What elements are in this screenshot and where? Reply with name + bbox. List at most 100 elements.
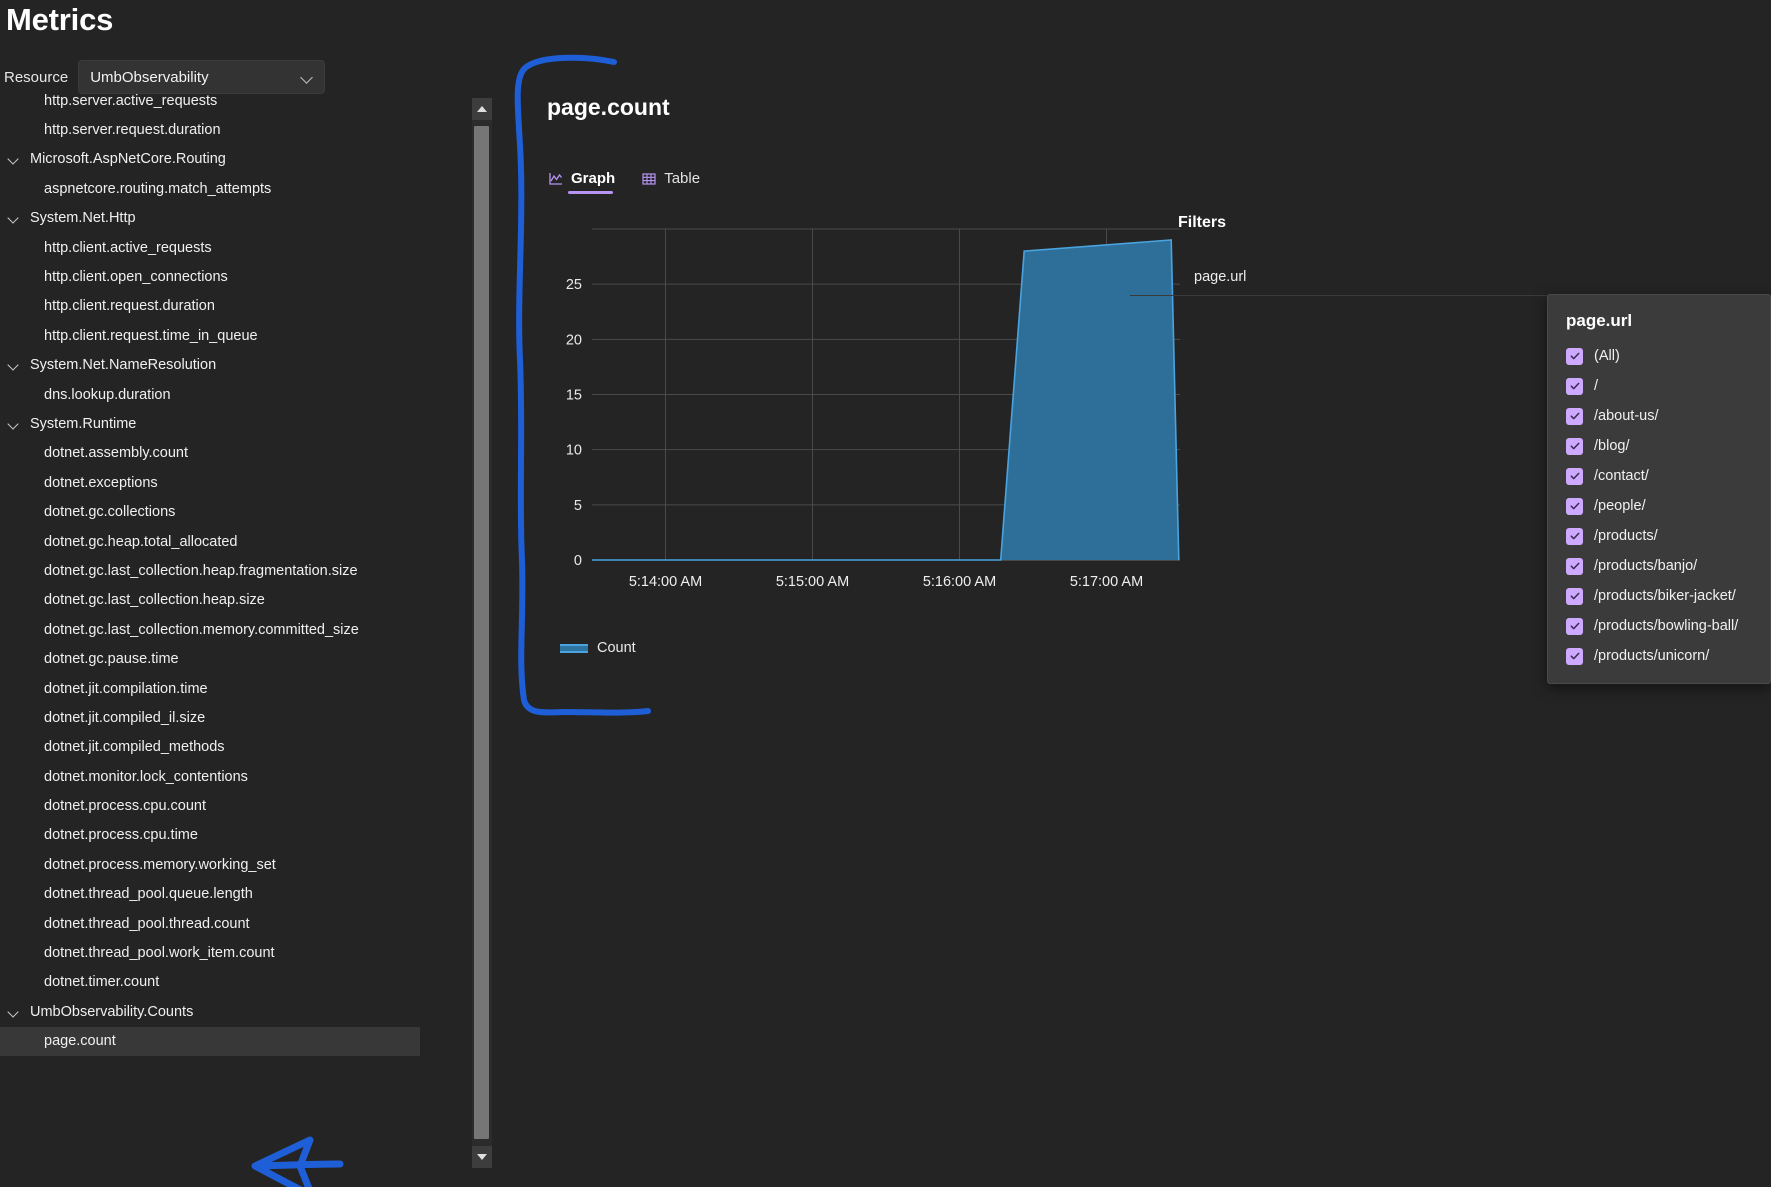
x-tick-label: 5:14:00 AM bbox=[629, 574, 702, 590]
checkbox-checked[interactable] bbox=[1566, 377, 1583, 395]
checkbox-checked[interactable] bbox=[1566, 407, 1583, 425]
dropdown-item-2[interactable]: /about-us/ bbox=[1548, 401, 1770, 431]
scroll-up-arrow-icon[interactable] bbox=[472, 98, 492, 120]
tree-item-30[interactable]: dotnet.timer.count bbox=[0, 968, 420, 997]
tree-item-17[interactable]: dotnet.gc.last_collection.heap.size bbox=[0, 586, 420, 615]
tree-item-26[interactable]: dotnet.process.memory.working_set bbox=[0, 850, 420, 879]
dropdown-list: (All) / /about-us/ /blog/ /contact/ /people/ /… bbox=[1548, 341, 1770, 671]
filter-row-page-url: page.url //about-us//blog//contact//peop… bbox=[1130, 258, 1771, 296]
tree-item-27[interactable]: dotnet.thread_pool.queue.length bbox=[0, 880, 420, 909]
chevron-down-icon[interactable] bbox=[6, 1004, 22, 1020]
tree-item-25[interactable]: dotnet.process.cpu.time bbox=[0, 821, 420, 850]
tree-item-label: http.server.request.duration bbox=[44, 122, 221, 139]
tree-item-28[interactable]: dotnet.thread_pool.thread.count bbox=[0, 909, 420, 938]
x-tick-label: 5:17:00 AM bbox=[1070, 574, 1143, 590]
chevron-down-icon[interactable] bbox=[6, 416, 22, 432]
x-tick-label: 5:15:00 AM bbox=[776, 574, 849, 590]
tree-item-7[interactable]: http.client.request.duration bbox=[0, 292, 420, 321]
tree-item-label: dotnet.jit.compiled_methods bbox=[44, 739, 225, 756]
graph-icon bbox=[548, 171, 564, 187]
resource-label: Resource bbox=[4, 68, 69, 86]
dropdown-item-1[interactable]: / bbox=[1548, 371, 1770, 401]
tree-item-18[interactable]: dotnet.gc.last_collection.memory.committ… bbox=[0, 615, 420, 644]
dropdown-item-label: /products/unicorn/ bbox=[1594, 648, 1710, 664]
tree-item-label: http.client.active_requests bbox=[44, 239, 212, 256]
checkbox-checked[interactable] bbox=[1566, 347, 1583, 365]
checkbox-checked[interactable] bbox=[1566, 557, 1583, 575]
tab-graph[interactable]: Graph bbox=[548, 170, 615, 194]
tree-item-0[interactable]: http.server.active_requests bbox=[0, 86, 420, 115]
tree-item-label: http.client.request.time_in_queue bbox=[44, 327, 258, 344]
dropdown-item-label: /people/ bbox=[1594, 498, 1646, 514]
chart-svg: 0 5 10 15 20 25 5:14:00 AM 5:15:00 AM 5:16:00 AM… bbox=[566, 228, 1180, 590]
tree-item-5[interactable]: http.client.active_requests bbox=[0, 233, 420, 262]
dropdown-item-label: /contact/ bbox=[1594, 468, 1649, 484]
page-url-filter-dropdown[interactable]: page.url (All) / /about-us/ /blog/ /contact/… bbox=[1547, 294, 1771, 684]
y-tick-label: 25 bbox=[566, 277, 582, 293]
chevron-down-icon[interactable] bbox=[6, 151, 22, 167]
tree-item-label: System.Net.NameResolution bbox=[30, 357, 217, 374]
scroll-down-arrow-icon[interactable] bbox=[472, 1146, 492, 1168]
tab-table-label: Table bbox=[664, 170, 701, 187]
tree-item-23[interactable]: dotnet.monitor.lock_contentions bbox=[0, 762, 420, 791]
dropdown-item-3[interactable]: /blog/ bbox=[1548, 431, 1770, 461]
tree-item-13[interactable]: dotnet.exceptions bbox=[0, 468, 420, 497]
tree-item-16[interactable]: dotnet.gc.last_collection.heap.fragmenta… bbox=[0, 556, 420, 585]
tree-item-21[interactable]: dotnet.jit.compiled_il.size bbox=[0, 703, 420, 732]
tree-item-15[interactable]: dotnet.gc.heap.total_allocated bbox=[0, 527, 420, 556]
tree-item-label: dotnet.gc.last_collection.memory.committ… bbox=[44, 621, 359, 638]
tree-item-19[interactable]: dotnet.gc.pause.time bbox=[0, 644, 420, 673]
dropdown-item-7[interactable]: /products/banjo/ bbox=[1548, 551, 1770, 581]
tree-item-29[interactable]: dotnet.thread_pool.work_item.count bbox=[0, 938, 420, 967]
tree-item-20[interactable]: dotnet.jit.compilation.time bbox=[0, 674, 420, 703]
tree-item-32[interactable]: page.count bbox=[0, 1026, 420, 1056]
tree-item-22[interactable]: dotnet.jit.compiled_methods bbox=[0, 733, 420, 762]
tree-item-label: dotnet.gc.heap.total_allocated bbox=[44, 533, 238, 550]
tree-group-31[interactable]: UmbObservability.Counts bbox=[0, 997, 420, 1026]
dropdown-item-5[interactable]: /people/ bbox=[1548, 491, 1770, 521]
dropdown-item-4[interactable]: /contact/ bbox=[1548, 461, 1770, 491]
tree-group-4[interactable]: System.Net.Http bbox=[0, 204, 420, 233]
chevron-down-icon[interactable] bbox=[6, 210, 22, 226]
y-tick-label: 0 bbox=[574, 553, 582, 569]
tree-item-6[interactable]: http.client.open_connections bbox=[0, 262, 420, 291]
tree-item-10[interactable]: dns.lookup.duration bbox=[0, 380, 420, 409]
tree-group-11[interactable]: System.Runtime bbox=[0, 409, 420, 438]
dropdown-item-9[interactable]: /products/bowling-ball/ bbox=[1548, 611, 1770, 641]
tree-item-label: System.Runtime bbox=[30, 415, 137, 432]
checkbox-checked[interactable] bbox=[1566, 497, 1583, 515]
checkbox-checked[interactable] bbox=[1566, 617, 1583, 635]
tree-item-1[interactable]: http.server.request.duration bbox=[0, 115, 420, 144]
tree-item-label: dotnet.monitor.lock_contentions bbox=[44, 768, 248, 785]
tree-item-label: dotnet.timer.count bbox=[44, 974, 160, 991]
checkbox-checked[interactable] bbox=[1566, 437, 1583, 455]
dropdown-item-6[interactable]: /products/ bbox=[1548, 521, 1770, 551]
tree-group-2[interactable]: Microsoft.AspNetCore.Routing bbox=[0, 145, 420, 174]
checkbox-checked[interactable] bbox=[1566, 467, 1583, 485]
tree-item-label: dotnet.gc.last_collection.heap.size bbox=[44, 592, 265, 609]
dropdown-item-label: /products/biker-jacket/ bbox=[1594, 588, 1736, 604]
dropdown-item-8[interactable]: /products/biker-jacket/ bbox=[1548, 581, 1770, 611]
sidebar-scrollbar-thumb[interactable] bbox=[474, 126, 489, 1139]
tree-item-label: System.Net.Http bbox=[30, 210, 136, 227]
tree-item-24[interactable]: dotnet.process.cpu.count bbox=[0, 791, 420, 820]
checkbox-checked[interactable] bbox=[1566, 527, 1583, 545]
tree-item-3[interactable]: aspnetcore.routing.match_attempts bbox=[0, 174, 420, 203]
checkbox-checked[interactable] bbox=[1566, 647, 1583, 665]
chevron-down-icon[interactable] bbox=[6, 357, 22, 373]
checkbox-checked[interactable] bbox=[1566, 587, 1583, 605]
tree-item-label: dotnet.thread_pool.thread.count bbox=[44, 915, 250, 932]
dropdown-item-10[interactable]: /products/unicorn/ bbox=[1548, 641, 1770, 671]
filter-name: page.url bbox=[1194, 268, 1247, 285]
tree-item-14[interactable]: dotnet.gc.collections bbox=[0, 497, 420, 526]
tree-item-12[interactable]: dotnet.assembly.count bbox=[0, 439, 420, 468]
tree-group-9[interactable]: System.Net.NameResolution bbox=[0, 351, 420, 380]
metric-chart: 0 5 10 15 20 25 5:14:00 AM 5:15:00 AM 5:16:00 AM… bbox=[540, 215, 1190, 620]
tree-item-8[interactable]: http.client.request.time_in_queue bbox=[0, 321, 420, 350]
tab-table[interactable]: Table bbox=[641, 170, 700, 194]
tree-item-label: dotnet.gc.pause.time bbox=[44, 651, 179, 668]
metrics-tree[interactable]: http.server.active_requests http.server.r… bbox=[0, 86, 420, 1187]
x-tick-label: 5:16:00 AM bbox=[923, 574, 996, 590]
y-tick-label: 10 bbox=[566, 443, 582, 459]
dropdown-item-0[interactable]: (All) bbox=[1548, 341, 1770, 371]
